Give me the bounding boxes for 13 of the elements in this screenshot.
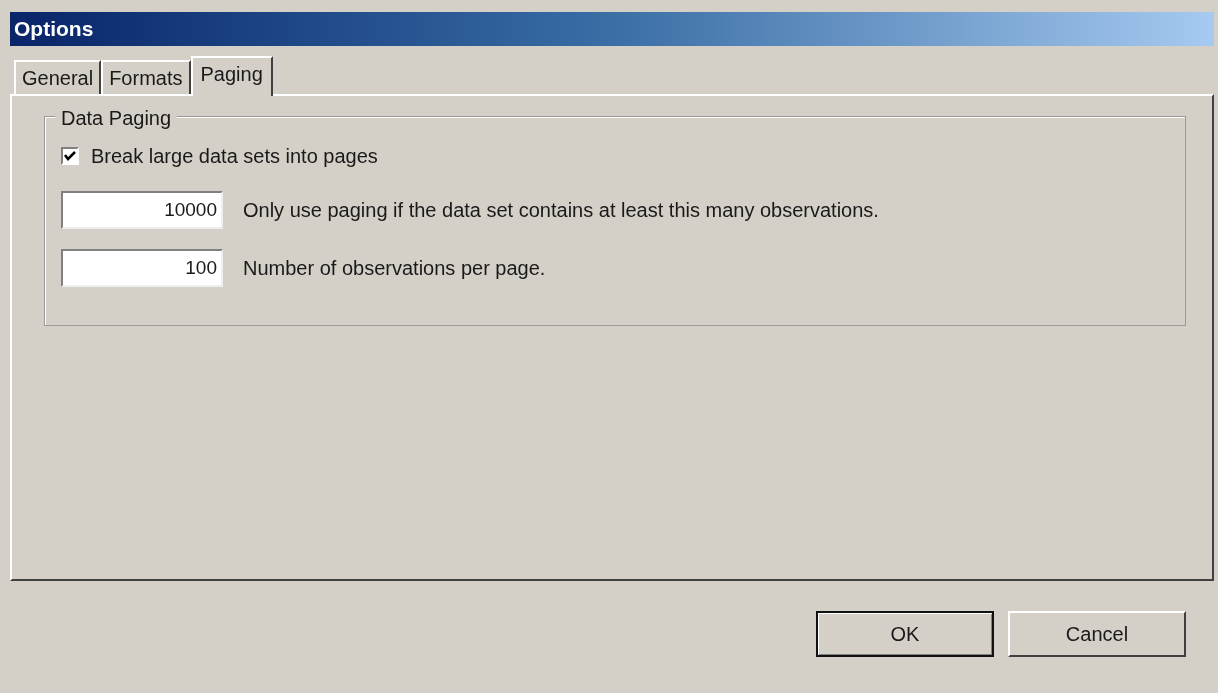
window-title: Options (14, 16, 94, 43)
tab[interactable]: Paging (190, 56, 273, 96)
dialog-button[interactable]: Cancel (1008, 611, 1186, 657)
dialog-button[interactable]: OK (816, 611, 994, 657)
number-field[interactable]: 100 (61, 249, 223, 287)
number-field[interactable]: 10000 (61, 191, 223, 229)
tab[interactable]: Formats (101, 60, 191, 94)
checkbox[interactable] (61, 147, 79, 165)
checkbox-label[interactable]: Break large data sets into pages (91, 141, 378, 171)
field-label: Number of observations per page. (243, 256, 546, 281)
field-label: Only use paging if the data set contains at least this many observations. (243, 198, 879, 223)
check-icon (64, 150, 76, 162)
tab[interactable]: General (14, 60, 102, 94)
